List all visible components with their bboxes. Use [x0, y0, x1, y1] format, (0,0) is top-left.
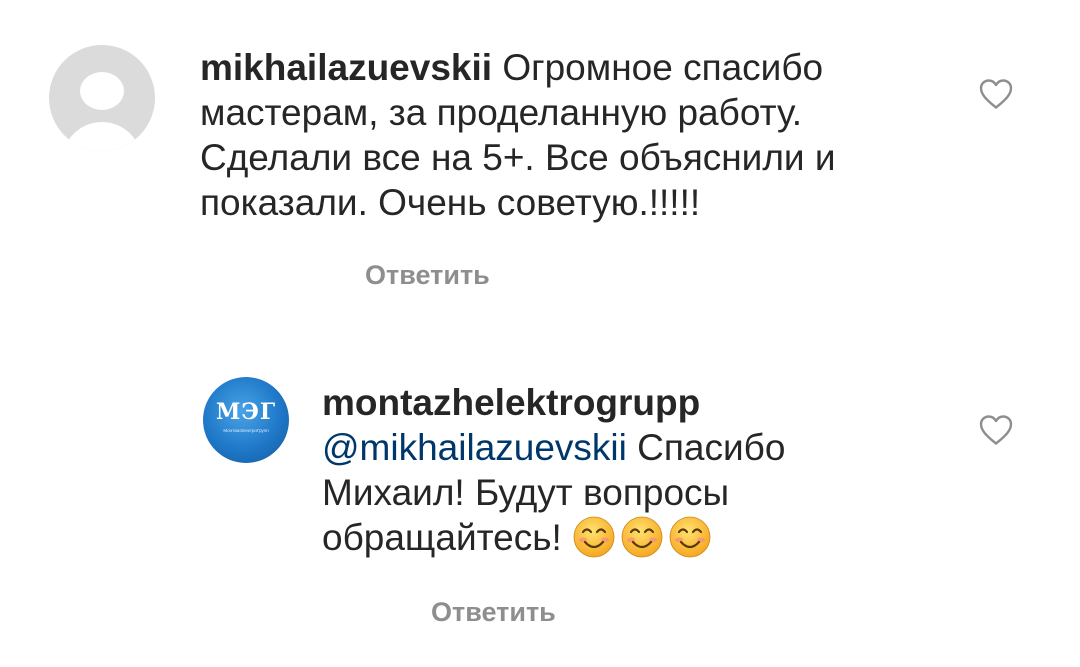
smiling-face-emoji-icon: [573, 516, 615, 558]
avatar-logo-text: МЭГ: [215, 399, 277, 425]
comment-text-line: мастерам, за проделанную работу.: [200, 92, 803, 133]
mention-link[interactable]: @mikhailazuevskii: [322, 427, 627, 468]
heart-outline-icon[interactable]: [977, 412, 1015, 448]
smiling-face-emoji-icon: [669, 516, 711, 558]
comment-username[interactable]: montazhelektrogrupp: [322, 382, 700, 423]
comment-text-line: Сделали все на 5+. Все объяснили и: [200, 137, 836, 178]
comment-text-line: Огромное спасибо: [502, 47, 824, 88]
reply-button[interactable]: Ответить: [365, 260, 490, 291]
emoji-group: [572, 516, 716, 558]
avatar-head-shape: [80, 72, 124, 110]
comment-text-line: Спасибо: [637, 427, 786, 468]
heart-outline-icon[interactable]: [977, 76, 1015, 112]
smiling-face-emoji-icon: [621, 516, 663, 558]
comment-text: montazhelektrogrupp @mikhailazuevskii Сп…: [322, 380, 785, 560]
comment-text: mikhailazuevskii Огромное спасибо мастер…: [200, 45, 836, 225]
avatar-shoulders-shape: [62, 122, 142, 151]
avatar-logo-subtext: МонтажЭлектроГрупп: [223, 428, 269, 433]
comment-text-line: показали. Очень советую.!!!!!: [200, 182, 701, 223]
reply-button[interactable]: Ответить: [431, 597, 556, 628]
comment-text-line: Михаил! Будут вопросы: [322, 472, 730, 513]
comment-text-line: обращайтесь!: [322, 517, 562, 558]
brand-logo-avatar-icon[interactable]: МЭГ МонтажЭлектроГрупп: [203, 377, 289, 463]
user-avatar-icon[interactable]: [49, 45, 155, 151]
comment-username[interactable]: mikhailazuevskii: [200, 47, 492, 88]
